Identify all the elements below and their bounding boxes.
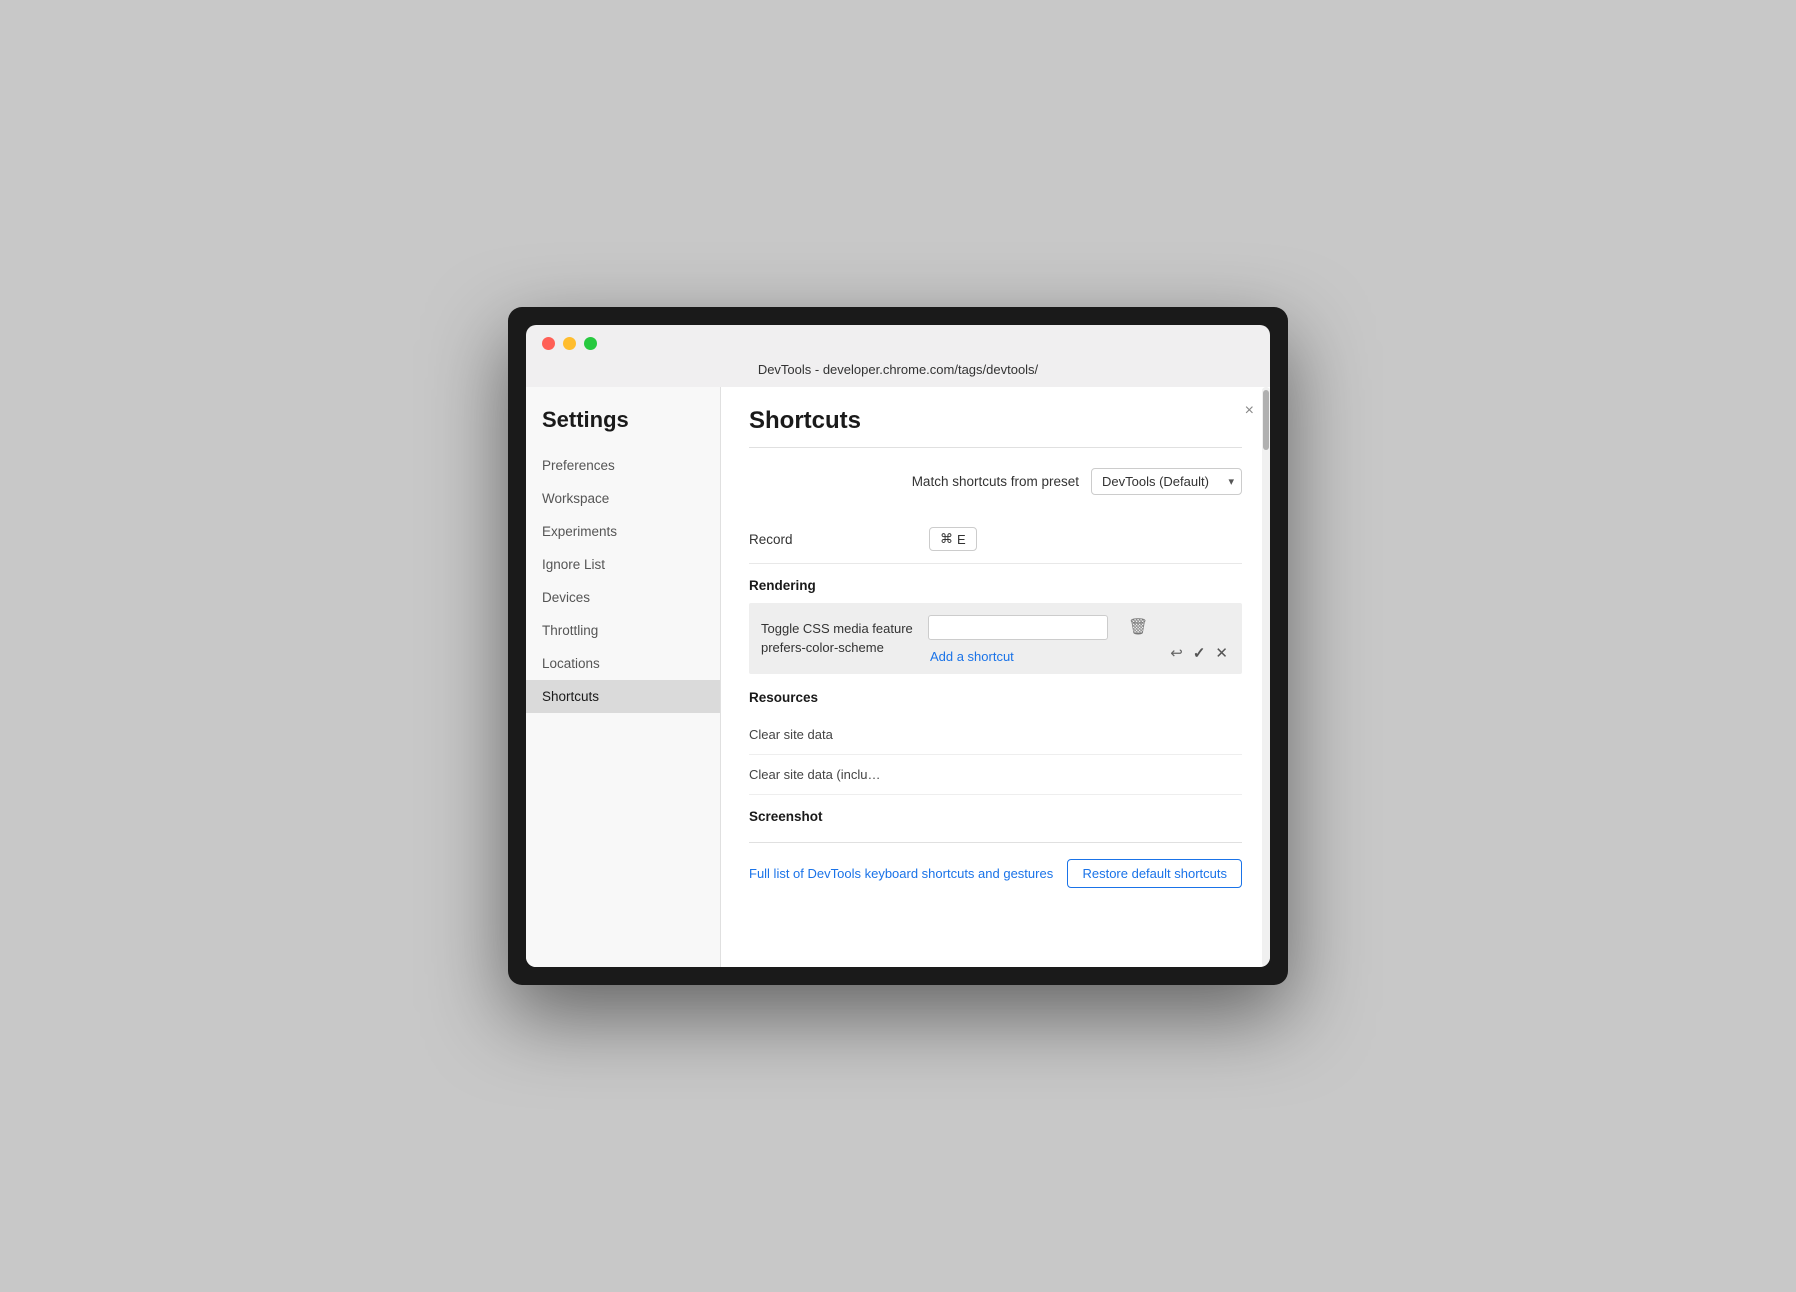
preset-label: Match shortcuts from preset (912, 474, 1079, 489)
sidebar-item-workspace[interactable]: Workspace (526, 482, 720, 515)
confirm-icon-button[interactable]: ✓ (1191, 642, 1208, 664)
record-label: Record (749, 532, 929, 547)
sidebar-item-preferences[interactable]: Preferences (526, 449, 720, 482)
sidebar-item-ignore-list[interactable]: Ignore List (526, 548, 720, 581)
toggle-css-label-line2: prefers-color-scheme (761, 640, 884, 655)
clear-site-data-label: Clear site data (749, 727, 1242, 742)
window: DevTools - developer.chrome.com/tags/dev… (508, 307, 1288, 985)
toggle-css-label: Toggle CSS media feature prefers-color-s… (761, 620, 928, 656)
sidebar-item-experiments[interactable]: Experiments (526, 515, 720, 548)
preset-row: Match shortcuts from preset DevTools (De… (749, 468, 1242, 495)
browser-chrome: DevTools - developer.chrome.com/tags/dev… (526, 325, 1270, 387)
title-divider (749, 447, 1242, 448)
record-key-badge: ⌘ E (929, 527, 977, 551)
sidebar-item-devices[interactable]: Devices (526, 581, 720, 614)
resources-heading: Resources (749, 676, 1242, 715)
sidebar-item-shortcuts[interactable]: Shortcuts (526, 680, 720, 713)
shortcut-input[interactable] (928, 615, 1108, 640)
shortcut-item-toggle-css: Toggle CSS media feature prefers-color-s… (749, 603, 1242, 674)
sidebar: Settings Preferences Workspace Experimen… (526, 387, 721, 967)
scrollbar-track[interactable] (1262, 387, 1270, 967)
key-cmd: ⌘ (940, 531, 953, 547)
add-shortcut-link[interactable]: Add a shortcut (928, 649, 1014, 664)
address-bar: DevTools - developer.chrome.com/tags/dev… (758, 358, 1038, 387)
key-e: E (957, 532, 966, 547)
trash-icon-button[interactable]: 🗑 (1124, 613, 1152, 641)
main-scroll-area: × Shortcuts Match shortcuts from preset … (721, 387, 1270, 967)
preset-select[interactable]: DevTools (Default) Visual Studio Code (1091, 468, 1242, 495)
bottom-bar: Full list of DevTools keyboard shortcuts… (749, 842, 1242, 896)
cancel-icon-button[interactable]: ✕ (1213, 642, 1230, 664)
preset-select-wrapper: DevTools (Default) Visual Studio Code ▾ (1091, 468, 1242, 495)
undo-icon-button[interactable]: ↩ (1168, 642, 1185, 664)
minimize-traffic-light[interactable] (563, 337, 576, 350)
close-button[interactable]: × (1245, 403, 1254, 419)
sidebar-item-throttling[interactable]: Throttling (526, 614, 720, 647)
main-content: × Shortcuts Match shortcuts from preset … (721, 387, 1270, 916)
record-row: Record ⌘ E (749, 515, 1242, 564)
clear-site-data-inclu-row: Clear site data (inclu… (749, 755, 1242, 795)
clear-site-data-inclu-label: Clear site data (inclu… (749, 767, 1242, 782)
devtools-keyboard-shortcuts-link[interactable]: Full list of DevTools keyboard shortcuts… (749, 866, 1053, 881)
page-title: Shortcuts (749, 407, 1242, 435)
maximize-traffic-light[interactable] (584, 337, 597, 350)
sidebar-item-locations[interactable]: Locations (526, 647, 720, 680)
close-traffic-light[interactable] (542, 337, 555, 350)
screenshot-heading: Screenshot (749, 795, 1242, 834)
scrollbar-thumb[interactable] (1263, 390, 1269, 450)
clear-site-data-row: Clear site data (749, 715, 1242, 755)
toggle-css-label-line1: Toggle CSS media feature (761, 621, 913, 636)
traffic-lights (542, 337, 597, 350)
sidebar-title: Settings (526, 407, 720, 449)
window-body: Settings Preferences Workspace Experimen… (526, 387, 1270, 967)
rendering-heading: Rendering (749, 564, 1242, 603)
restore-defaults-button[interactable]: Restore default shortcuts (1067, 859, 1242, 888)
